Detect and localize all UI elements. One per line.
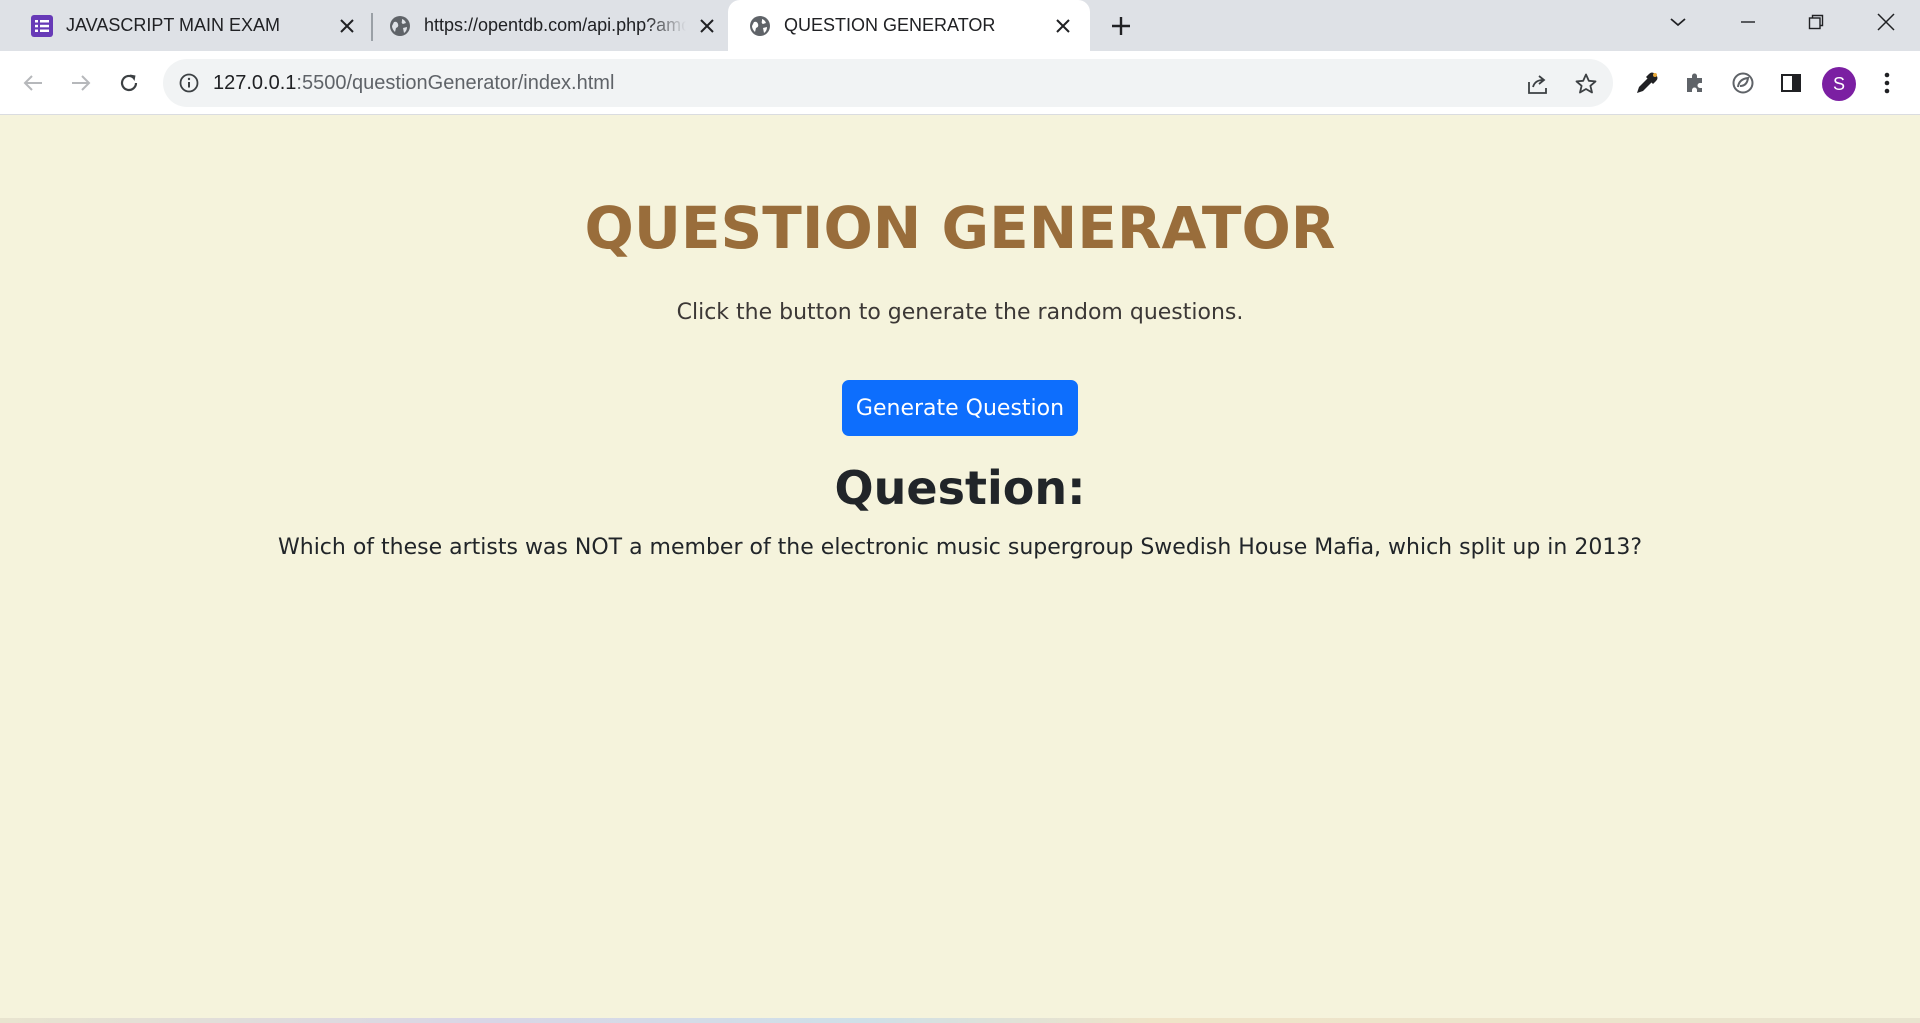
back-arrow-icon[interactable]	[15, 65, 51, 101]
tab-search-chevron-icon[interactable]	[1658, 6, 1698, 38]
address-bar[interactable]: 127.0.0.1:5500/questionGenerator/index.h…	[163, 59, 1613, 107]
browser-toolbar: 127.0.0.1:5500/questionGenerator/index.h…	[0, 51, 1920, 115]
performance-leaf-icon[interactable]	[1726, 66, 1760, 100]
eyedropper-extension-icon[interactable]	[1630, 66, 1664, 100]
profile-avatar[interactable]: S	[1822, 67, 1856, 101]
side-panel-icon[interactable]	[1774, 66, 1808, 100]
globe-icon	[748, 14, 772, 38]
url-host: 127.0.0.1	[213, 72, 297, 94]
globe-icon	[388, 14, 412, 38]
tab-opentdb-api[interactable]: https://opentdb.com/api.php?amount=1	[388, 0, 720, 51]
close-window-icon[interactable]	[1866, 6, 1906, 38]
question-text: Which of these artists was NOT a member …	[278, 535, 1642, 560]
extensions-puzzle-icon[interactable]	[1678, 66, 1712, 100]
tab-title: https://opentdb.com/api.php?amount=1	[424, 15, 686, 35]
page-title: QUESTION GENERATOR	[584, 194, 1336, 262]
new-tab-icon[interactable]	[1106, 11, 1136, 41]
restore-icon[interactable]	[1796, 6, 1836, 38]
tab-javascript-main-exam[interactable]: JAVASCRIPT MAIN EXAM	[30, 0, 360, 51]
close-tab-icon[interactable]	[694, 13, 720, 39]
generate-question-button[interactable]: Generate Question	[842, 380, 1078, 436]
tab-title: JAVASCRIPT MAIN EXAM	[66, 15, 281, 35]
page-content: QUESTION GENERATOR Click the button to g…	[0, 116, 1920, 1023]
share-icon[interactable]	[1525, 71, 1551, 97]
more-menu-icon[interactable]	[1870, 66, 1904, 100]
tab-strip: JAVASCRIPT MAIN EXAM https://opentdb.com…	[0, 0, 1920, 51]
tab-question-generator[interactable]: QUESTION GENERATOR	[728, 0, 1090, 51]
tab-title: QUESTION GENERATOR	[784, 15, 996, 35]
forms-list-icon	[30, 14, 54, 38]
minimize-icon[interactable]	[1728, 6, 1768, 38]
close-tab-icon[interactable]	[1050, 13, 1076, 39]
url-path: :5500/questionGenerator/index.html	[296, 72, 615, 94]
forward-arrow-icon[interactable]	[63, 65, 99, 101]
tab-separator	[371, 13, 373, 41]
page-subtitle: Click the button to generate the random …	[676, 300, 1244, 325]
close-tab-icon[interactable]	[334, 13, 360, 39]
question-heading: Question:	[834, 461, 1086, 515]
taskbar-edge	[0, 1018, 1920, 1023]
bookmark-star-icon[interactable]	[1573, 71, 1599, 97]
reload-icon[interactable]	[111, 65, 147, 101]
url-text: 127.0.0.1:5500/questionGenerator/index.h…	[213, 72, 614, 95]
site-info-icon[interactable]	[177, 71, 201, 95]
